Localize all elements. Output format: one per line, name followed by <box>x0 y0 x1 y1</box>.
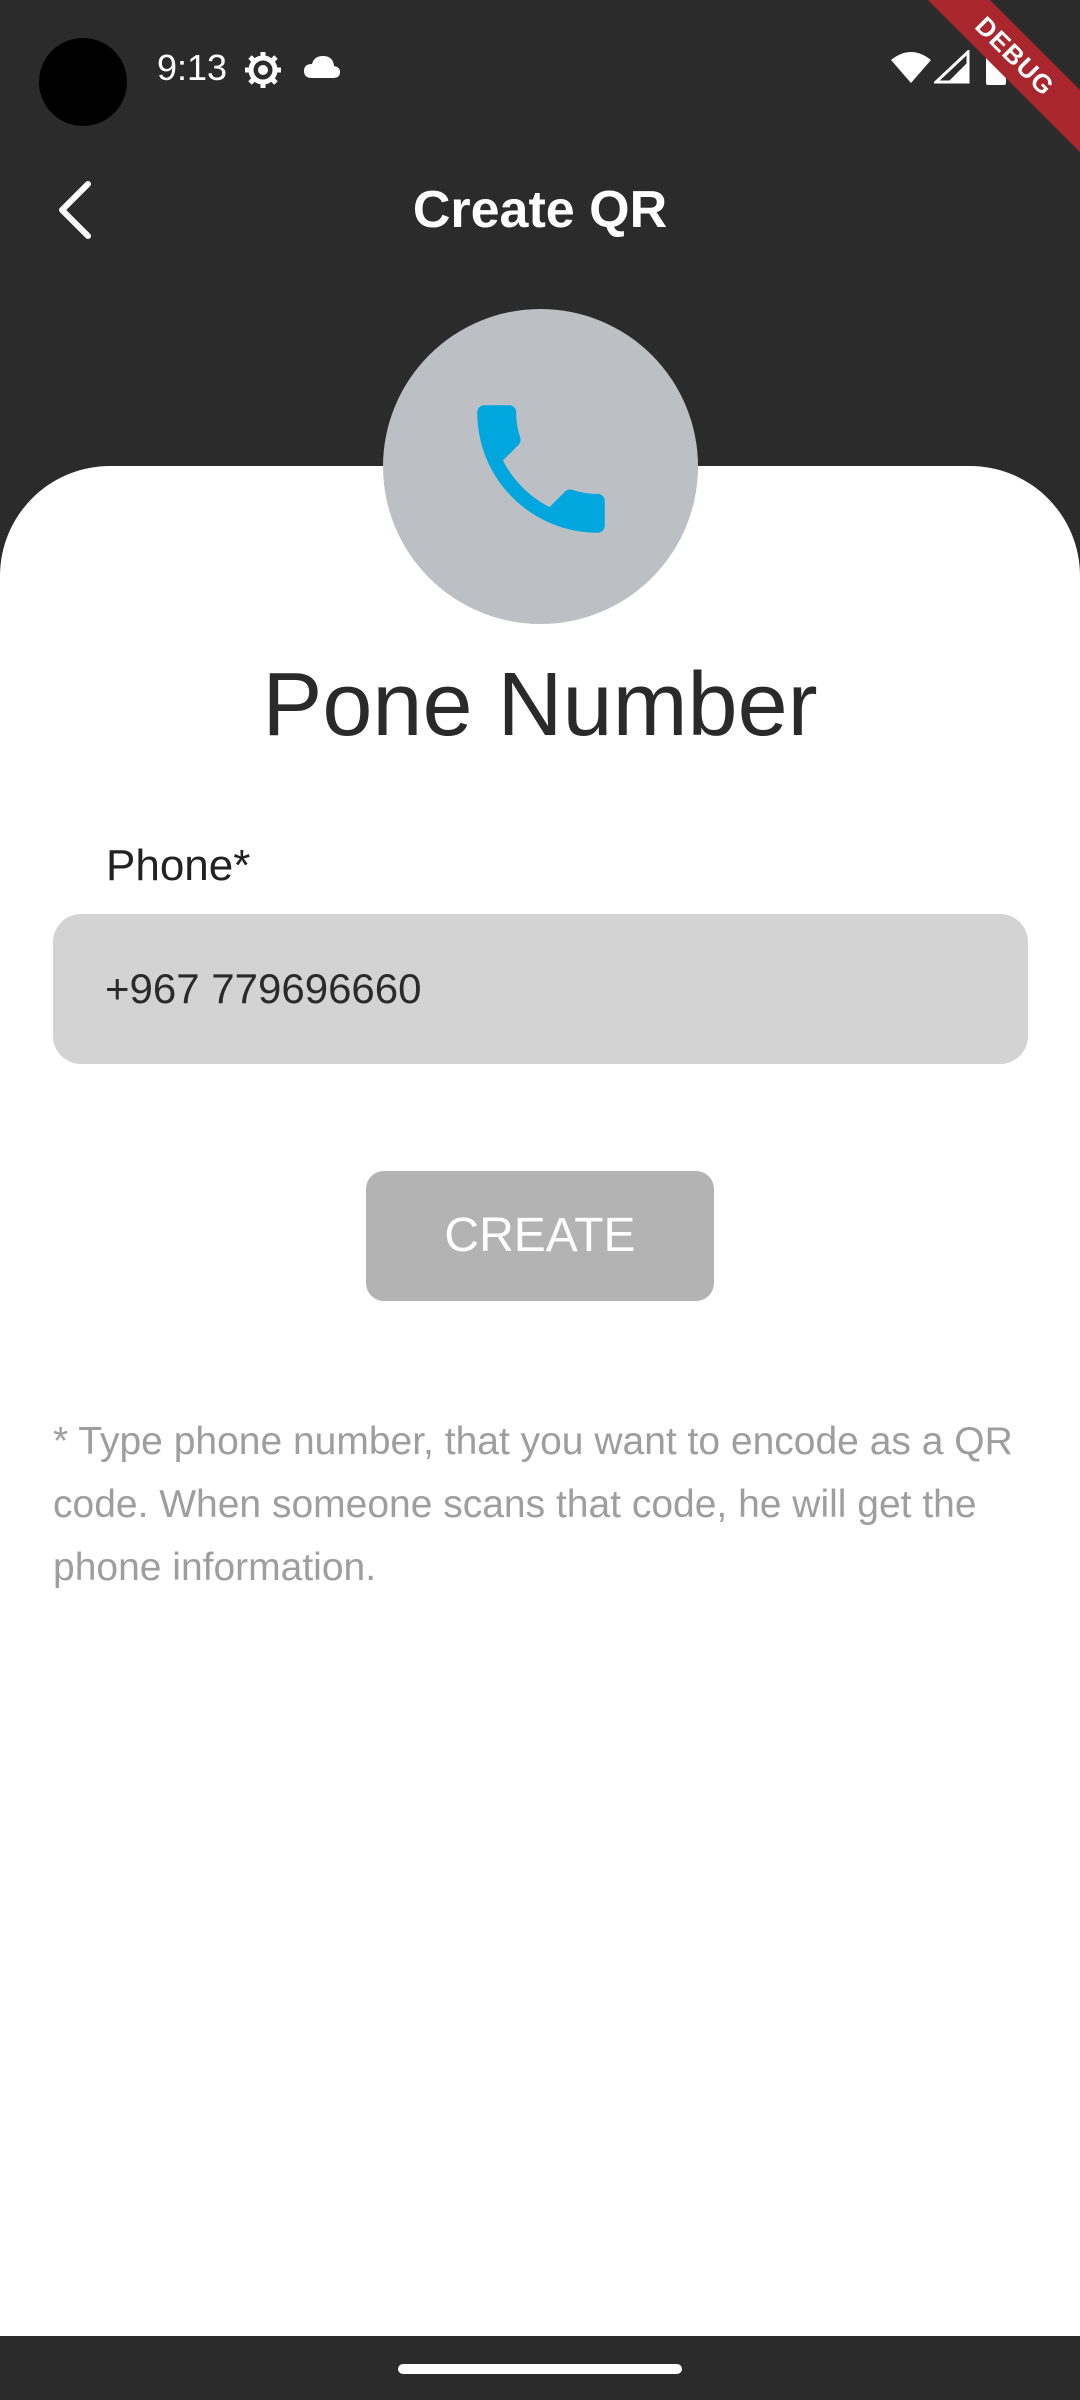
cloud-icon <box>304 56 340 78</box>
phone-input[interactable]: +967 779696660 <box>53 914 1028 1064</box>
debug-banner: DEBUG <box>920 0 1080 160</box>
home-indicator[interactable] <box>398 2364 682 2374</box>
hint-text: * Type phone number, that you want to en… <box>53 1420 1013 1589</box>
phone-field-label: Phone* <box>106 841 251 890</box>
section-title: Pone Number <box>262 655 818 755</box>
status-bar: 9:13 DEBUG <box>0 0 1080 160</box>
create-button[interactable]: CREATE <box>366 1171 714 1301</box>
phone-icon <box>477 405 605 533</box>
status-time: 9:13 <box>157 47 228 88</box>
page-title: Create QR <box>412 181 668 239</box>
navigation-bar <box>0 2336 1080 2400</box>
camera-cutout <box>39 38 127 126</box>
debug-label: DEBUG <box>920 0 1080 160</box>
gear-icon <box>245 52 281 88</box>
